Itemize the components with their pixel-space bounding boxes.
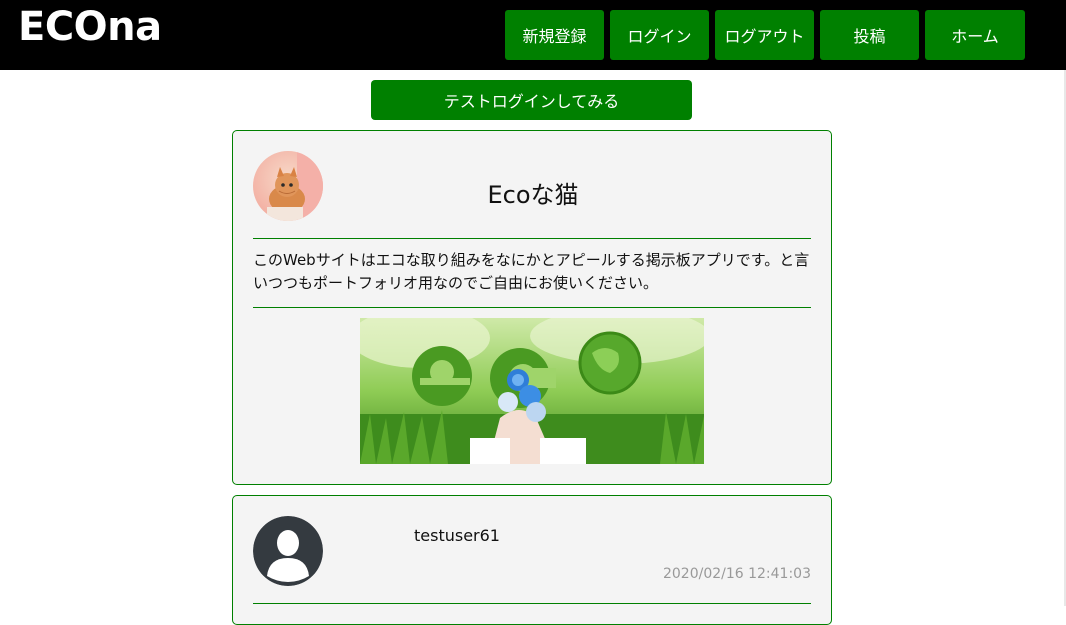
post-body: このWebサイトはエコな取り組みをなにかとアピールする掲示板アプリです。と言いつ…	[253, 251, 810, 292]
divider	[253, 307, 811, 308]
user-silhouette-icon	[253, 516, 323, 586]
logout-button[interactable]: ログアウト	[715, 10, 814, 60]
login-button[interactable]: ログイン	[610, 10, 709, 60]
divider	[253, 238, 811, 239]
eco-grass-image[interactable]	[360, 318, 704, 464]
post-title: Ecoな猫	[487, 181, 579, 209]
signup-button[interactable]: 新規登録	[505, 10, 604, 60]
test-login-button[interactable]: テストログインしてみる	[371, 80, 692, 120]
site-logo[interactable]: ECOna	[18, 4, 162, 50]
cat-photo-avatar[interactable]	[253, 151, 323, 221]
post-username[interactable]: testuser61	[414, 526, 500, 545]
post-timestamp: 2020/02/16 12:41:03	[662, 566, 811, 582]
divider	[253, 603, 811, 604]
eco-image-graphic	[360, 318, 704, 464]
user-avatar[interactable]	[253, 516, 323, 586]
home-button[interactable]: ホーム	[925, 10, 1025, 60]
site-header: ECOna 新規登録 ログイン ログアウト 投稿 ホーム	[0, 0, 1066, 70]
post-button[interactable]: 投稿	[820, 10, 919, 60]
cat-avatar-icon	[253, 151, 323, 221]
post-card: Ecoな猫 このWebサイトはエコな取り組みをなにかとアピールする掲示板アプリで…	[232, 130, 832, 485]
